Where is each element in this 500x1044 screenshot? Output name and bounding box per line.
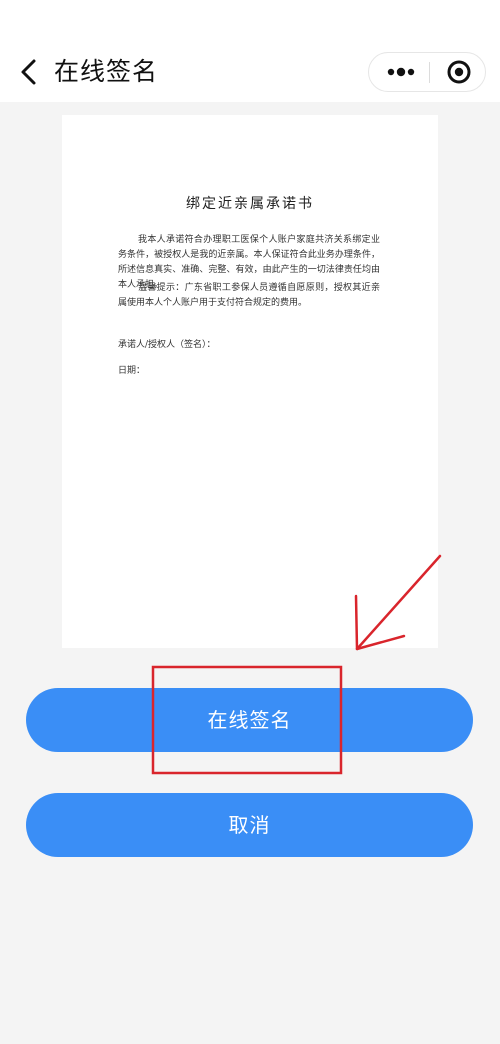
capsule-divider [429,62,430,83]
signer-label: 承诺人/授权人（签名）： [118,340,216,350]
date-label: 日期： [118,366,146,376]
online-sign-button[interactable]: 在线签名 [26,688,473,752]
document-title: 绑定近亲属承诺书 [186,196,314,212]
nav-bar: 在线签名 [0,0,500,102]
more-dots-icon[interactable] [377,57,425,87]
target-circle-icon[interactable] [437,57,477,87]
mini-program-capsule [368,52,486,92]
page-title: 在线签名 [54,57,159,86]
cancel-button[interactable]: 取消 [26,793,473,857]
document-paragraph-tip: 温馨提示：广东省职工参保人员遵循自愿原则，授权其近亲属使用本人个人账户用于支付符… [118,283,380,308]
chevron-left-icon[interactable] [14,54,46,90]
document-preview: 绑定近亲属承诺书 我本人承诺符合办理职工医保个人账户家庭共济关系绑定业务条件，被… [62,115,438,648]
